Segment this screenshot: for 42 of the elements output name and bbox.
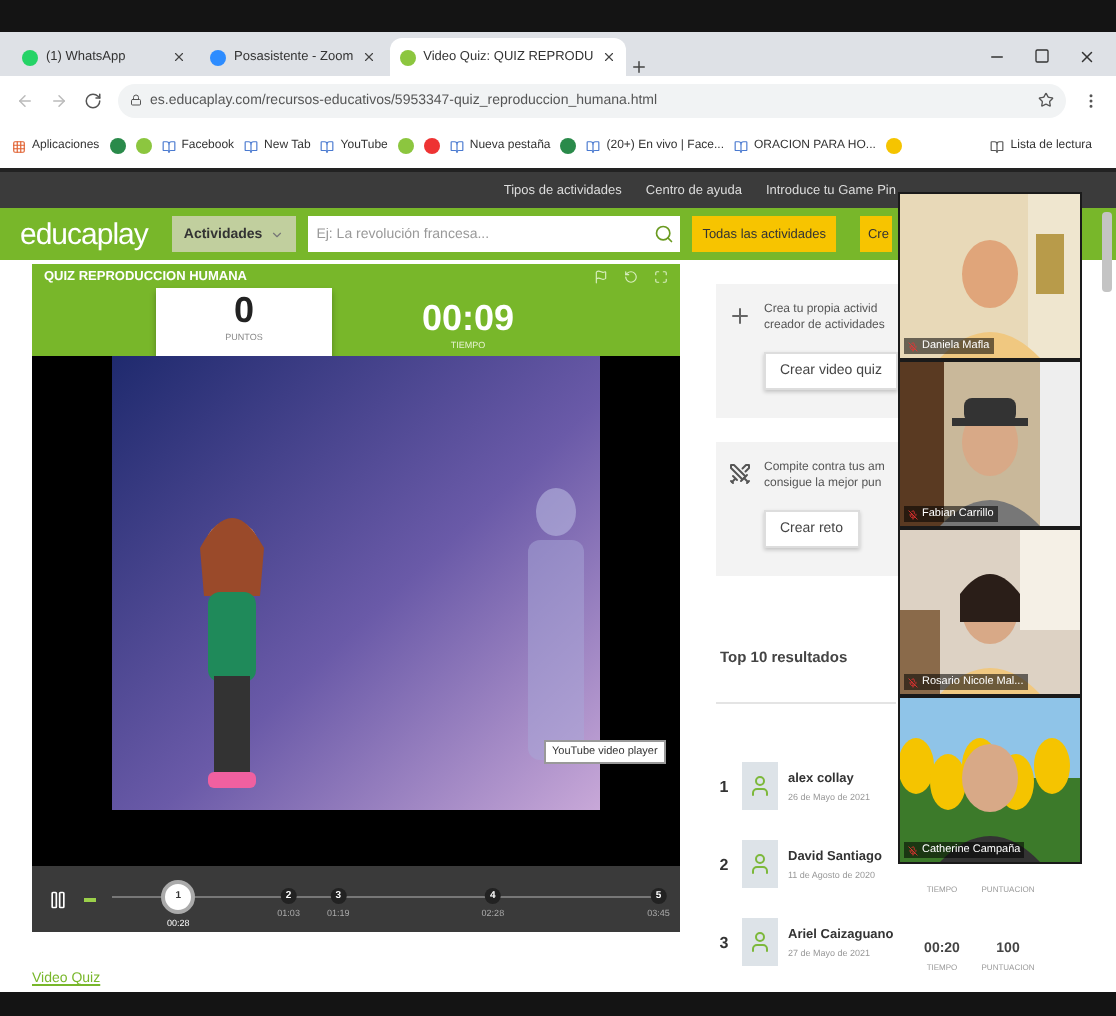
reading-list-icon — [990, 139, 1005, 153]
pause-icon[interactable] — [48, 889, 68, 910]
rank-number: 2 — [717, 855, 731, 873]
bookmark-icon — [734, 139, 748, 153]
muted-mic-icon — [908, 845, 918, 855]
rank-number: 3 — [717, 933, 731, 951]
restart-icon[interactable] — [624, 269, 638, 284]
close-icon[interactable] — [1078, 47, 1096, 65]
swords-icon — [728, 462, 752, 486]
bookmark-icon — [12, 139, 26, 153]
close-icon[interactable] — [601, 50, 616, 64]
search-icon — [654, 224, 675, 244]
timer-value: 00:09 — [421, 296, 515, 341]
muted-mic-icon — [908, 341, 918, 351]
avatar-icon — [742, 762, 778, 810]
scrollbar[interactable] — [1102, 212, 1112, 292]
bookmark-icon — [161, 139, 176, 153]
bookmark-icon — [244, 139, 259, 153]
rank-number: 1 — [717, 777, 731, 795]
plus-circle-icon — [728, 304, 752, 328]
lock-icon — [130, 94, 142, 106]
bookmark-icon — [586, 139, 601, 153]
star-icon[interactable] — [1038, 92, 1054, 108]
muted-mic-icon — [908, 509, 918, 519]
score-value: 0 — [233, 288, 254, 333]
reload-icon[interactable] — [84, 91, 102, 109]
tab-favicon-icon — [22, 49, 38, 65]
bookmark-icon — [320, 139, 335, 153]
new-tab-icon[interactable] — [629, 58, 648, 76]
avatar-icon — [742, 840, 778, 888]
close-icon[interactable] — [172, 50, 186, 64]
close-icon[interactable] — [361, 50, 376, 64]
maximize-icon[interactable] — [1034, 48, 1050, 64]
bookmark-icon[interactable] — [560, 138, 577, 154]
tab-favicon-icon — [210, 49, 226, 65]
caret-icon — [270, 227, 285, 241]
search-button[interactable] — [648, 216, 681, 252]
volume-icon[interactable] — [84, 897, 96, 902]
tab-favicon-icon — [399, 49, 416, 65]
avatar-icon — [742, 918, 778, 966]
bookmark-icon — [449, 139, 464, 153]
muted-mic-icon — [908, 677, 918, 687]
